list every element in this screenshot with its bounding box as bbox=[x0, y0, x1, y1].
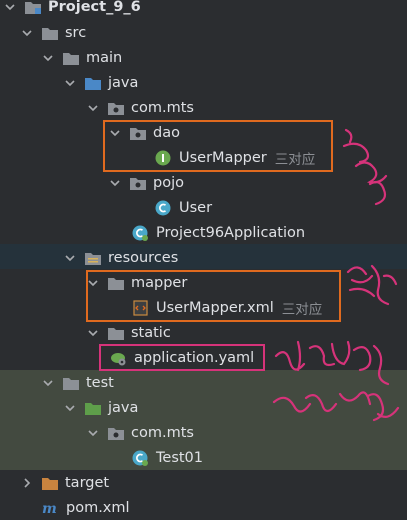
tree-item-application-class[interactable]: Project96Application bbox=[132, 220, 305, 245]
resources-folder-icon bbox=[84, 250, 102, 266]
chevron-down-icon[interactable] bbox=[42, 377, 54, 389]
tree-item-label: resources bbox=[108, 249, 179, 266]
tree-item-test-class[interactable]: Test01 bbox=[132, 445, 203, 470]
tree-item-label: pojo bbox=[153, 174, 184, 191]
selected-row-highlight bbox=[0, 244, 407, 269]
tree-item-user[interactable]: User bbox=[155, 195, 212, 220]
chevron-down-icon[interactable] bbox=[64, 402, 76, 414]
chevron-down-icon[interactable] bbox=[64, 77, 76, 89]
package-icon bbox=[107, 425, 125, 441]
chevron-right-icon[interactable] bbox=[21, 477, 33, 489]
chevron-down-icon[interactable] bbox=[87, 102, 99, 114]
tree-item-label: Project_9_6 bbox=[48, 0, 141, 15]
tree-item-project[interactable]: Project_9_6 bbox=[4, 0, 141, 19]
tree-item-label: com.mts bbox=[131, 424, 194, 441]
tree-item-java-test[interactable]: java bbox=[64, 395, 138, 420]
annotation-box-dao bbox=[103, 120, 333, 172]
tree-item-label: java bbox=[108, 74, 139, 91]
tree-item-label: static bbox=[131, 324, 171, 341]
tree-item-label: target bbox=[65, 474, 110, 491]
tree-item-src[interactable]: src bbox=[21, 20, 86, 45]
chevron-down-icon[interactable] bbox=[109, 177, 121, 189]
folder-icon bbox=[41, 25, 59, 41]
annotation-box-mapper bbox=[86, 270, 341, 322]
test-folder-icon bbox=[84, 400, 102, 416]
tree-item-label: Project96Application bbox=[156, 224, 306, 241]
chevron-down-icon[interactable] bbox=[87, 427, 99, 439]
excluded-folder-icon bbox=[41, 475, 59, 491]
chevron-down-icon[interactable] bbox=[4, 1, 16, 13]
chevron-down-icon[interactable] bbox=[87, 327, 99, 339]
package-icon bbox=[129, 175, 147, 191]
tree-item-label: Test01 bbox=[156, 449, 204, 466]
tree-item-static[interactable]: static bbox=[87, 320, 171, 345]
tree-item-java-main[interactable]: java bbox=[64, 70, 138, 95]
class-icon bbox=[155, 200, 173, 216]
package-icon bbox=[107, 100, 125, 116]
tree-item-package-test[interactable]: com.mts bbox=[87, 420, 194, 445]
folder-icon bbox=[62, 50, 80, 66]
tree-item-label: com.mts bbox=[131, 99, 194, 116]
chevron-down-icon[interactable] bbox=[42, 52, 54, 64]
tree-item-target[interactable]: target bbox=[21, 470, 109, 495]
tree-item-label: pom.xml bbox=[66, 499, 130, 516]
chevron-down-icon[interactable] bbox=[21, 27, 33, 39]
tree-item-label: src bbox=[65, 24, 87, 41]
folder-icon bbox=[107, 325, 125, 341]
handwriting-annotation-dao bbox=[342, 128, 388, 206]
folder-icon bbox=[62, 375, 80, 391]
tree-item-label: test bbox=[86, 374, 114, 391]
svg-text:m: m bbox=[42, 501, 57, 516]
tree-item-label: java bbox=[108, 399, 139, 416]
tree-item-package-main[interactable]: com.mts bbox=[87, 95, 194, 120]
tree-item-label: main bbox=[86, 49, 123, 66]
tree-item-main[interactable]: main bbox=[42, 45, 122, 70]
tree-item-pom[interactable]: m pom.xml bbox=[42, 495, 130, 520]
module-folder-icon bbox=[24, 0, 42, 15]
test-class-icon bbox=[132, 450, 150, 466]
tree-item-test[interactable]: test bbox=[42, 370, 114, 395]
chevron-down-icon[interactable] bbox=[64, 252, 76, 264]
source-folder-icon bbox=[84, 75, 102, 91]
tree-item-label: User bbox=[179, 199, 213, 216]
tree-item-resources[interactable]: resources bbox=[64, 245, 178, 270]
spring-boot-class-icon bbox=[132, 225, 150, 241]
maven-icon: m bbox=[42, 500, 60, 516]
tree-item-pojo[interactable]: pojo bbox=[109, 170, 184, 195]
annotation-box-yaml bbox=[99, 344, 265, 371]
